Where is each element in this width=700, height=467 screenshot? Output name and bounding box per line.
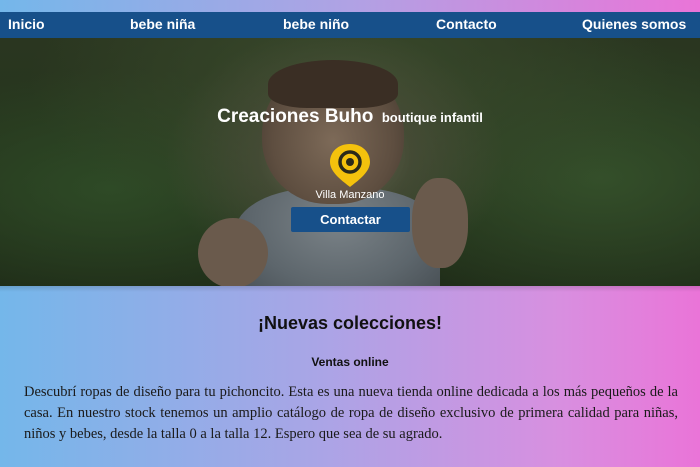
hero-shadow-divider bbox=[0, 286, 700, 292]
brand-tagline: boutique infantil bbox=[381, 110, 483, 125]
hero-banner: Creaciones Buho boutique infantil Villa … bbox=[0, 38, 700, 286]
nav-item-quienes-somos[interactable]: Quienes somos bbox=[582, 16, 686, 32]
map-pin-icon bbox=[330, 144, 370, 187]
brand-name: Creaciones Buho bbox=[217, 106, 374, 127]
hero-photo-baby-hand-left bbox=[198, 218, 268, 286]
hero-title: Creaciones Buho boutique infantil bbox=[0, 106, 700, 128]
nav-item-bebe-nina[interactable]: bebe niña bbox=[130, 16, 195, 32]
top-gradient-strip bbox=[0, 0, 700, 12]
nav-item-contacto[interactable]: Contacto bbox=[436, 16, 497, 32]
hero-photo-baby-hair bbox=[268, 60, 398, 108]
section-subtitle: Ventas online bbox=[311, 355, 389, 369]
location-label: Villa Manzano bbox=[315, 189, 385, 201]
contactar-button[interactable]: Contactar bbox=[291, 207, 410, 232]
main-nav: Inicio bebe niña bebe niño Contacto Quie… bbox=[0, 12, 700, 38]
section-title: ¡Nuevas colecciones! bbox=[257, 313, 443, 333]
nav-item-inicio[interactable]: Inicio bbox=[8, 16, 45, 32]
nav-item-bebe-nino[interactable]: bebe niño bbox=[283, 16, 349, 32]
section-body-text: Descubrí ropas de diseño para tu pichonc… bbox=[24, 384, 678, 442]
